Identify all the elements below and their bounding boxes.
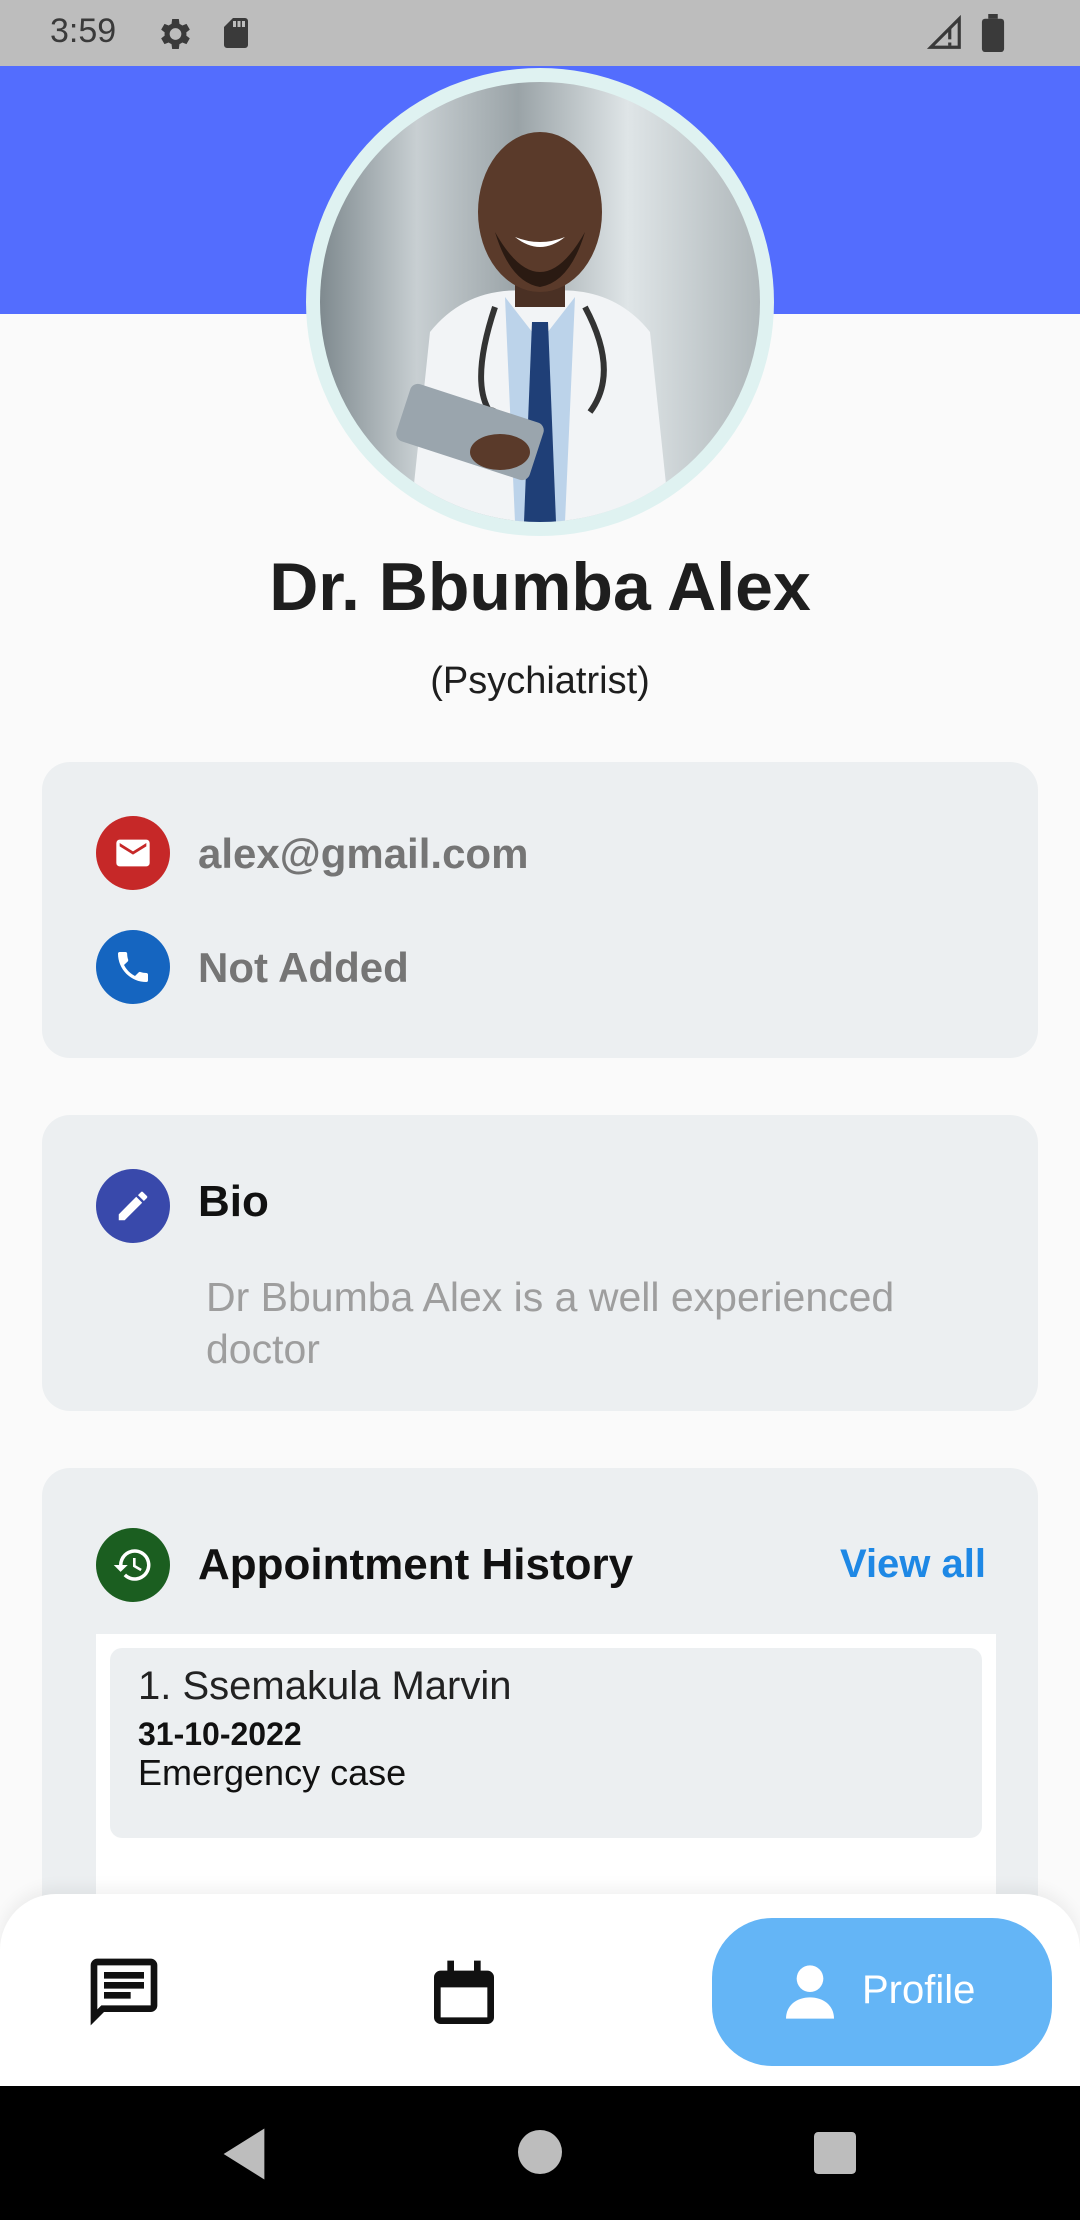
appointment-history-title: Appointment History bbox=[198, 1540, 634, 1589]
appointment-date: 31-10-2022 bbox=[138, 1716, 302, 1752]
system-navigation-bar bbox=[0, 2086, 1080, 2220]
calendar-icon[interactable] bbox=[424, 1954, 504, 2039]
contact-card: alex@gmail.com Not Added bbox=[42, 762, 1038, 1058]
profile-tab-label: Profile bbox=[862, 1968, 976, 2012]
phone-icon bbox=[96, 930, 170, 1004]
profile-tab[interactable]: Profile bbox=[712, 1918, 1052, 2066]
pencil-icon[interactable] bbox=[96, 1169, 170, 1243]
view-all-link[interactable]: View all bbox=[840, 1542, 986, 1587]
bio-text: Dr Bbumba Alex is a well experienced doc… bbox=[206, 1274, 895, 1372]
status-time: 3:59 bbox=[50, 12, 117, 50]
battery-icon bbox=[978, 14, 1008, 57]
status-bar: 3:59 bbox=[0, 0, 1080, 66]
bio-card: Bio Dr Bbumba Alex is a well experienced… bbox=[42, 1115, 1038, 1411]
bottom-navigation: Profile bbox=[0, 1894, 1080, 2086]
home-icon[interactable] bbox=[518, 2130, 562, 2179]
doctor-avatar bbox=[306, 68, 774, 536]
list-item[interactable]: 1. Ssemakula Marvin 31-10-2022 Emergency… bbox=[110, 1648, 982, 1838]
email-icon bbox=[96, 816, 170, 890]
recents-icon[interactable] bbox=[814, 2132, 856, 2179]
sd-card-icon bbox=[218, 14, 254, 57]
chat-icon[interactable] bbox=[84, 1952, 164, 2037]
appointment-history-card: Appointment History View all 1. Ssemakul… bbox=[42, 1468, 1038, 2034]
back-icon[interactable] bbox=[218, 2126, 270, 2187]
person-icon bbox=[778, 1960, 842, 2029]
bio-title: Bio bbox=[198, 1177, 269, 1226]
email-value[interactable]: alex@gmail.com bbox=[198, 830, 528, 878]
doctor-name: Dr. Bbumba Alex bbox=[269, 549, 811, 625]
phone-value[interactable]: Not Added bbox=[198, 944, 409, 992]
appointment-patient: 1. Ssemakula Marvin bbox=[138, 1664, 512, 1708]
gear-icon bbox=[154, 14, 194, 59]
doctor-specialty: (Psychiatrist) bbox=[430, 660, 650, 702]
doctor-photo bbox=[320, 82, 760, 522]
history-icon bbox=[96, 1528, 170, 1602]
appointment-type: Emergency case bbox=[138, 1752, 407, 1793]
signal-icon bbox=[926, 14, 964, 57]
